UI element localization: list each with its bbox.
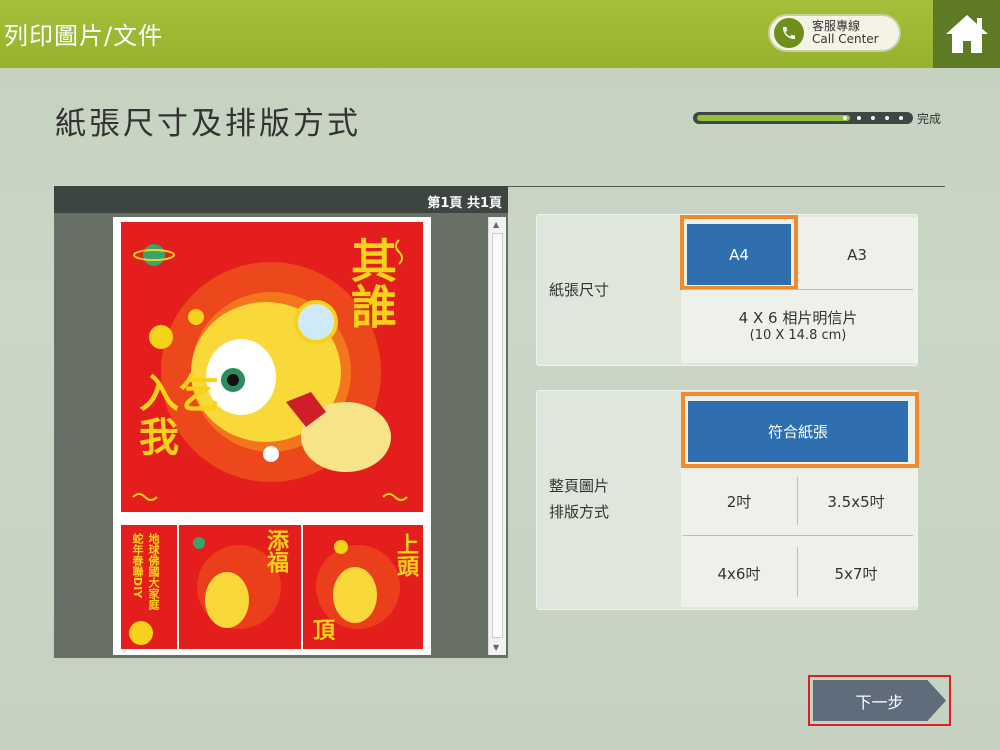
progress-dot	[843, 116, 847, 120]
paper-size-label: 紙張尺寸	[549, 281, 610, 299]
preview-panel: 第1頁 共1頁 其誰 入乞我 地球佛國大家庭 蛇年春聯DIY 添福 上頭 頂 ▲…	[54, 186, 508, 658]
postcard-main-label: 4 X 6 相片明信片	[738, 309, 858, 327]
divider	[797, 547, 798, 597]
paper-4x6-postcard-button[interactable]: 4 X 6 相片明信片 (10 X 14.8 cm)	[683, 295, 913, 359]
strip-2-text: 添福	[263, 529, 288, 573]
layout-label-line1: 整頁圖片	[549, 477, 610, 495]
top-bar: 列印圖片/文件 客服專線 Call Center	[0, 0, 1000, 68]
size-4x6-button[interactable]: 4x6吋	[683, 547, 795, 599]
paper-a3-button[interactable]: A3	[801, 224, 913, 285]
progress-dot	[899, 116, 903, 120]
layout-label-line2: 排版方式	[549, 503, 610, 521]
selection-highlight	[681, 392, 919, 468]
poster-strip-3: 上頭 頂	[303, 525, 423, 649]
page-title: 紙張尺寸及排版方式	[55, 106, 361, 142]
size-3-5x5-button[interactable]: 3.5x5吋	[799, 475, 913, 527]
scroll-up-arrow-icon[interactable]: ▲	[493, 220, 499, 229]
postcard-sub-label: (10 X 14.8 cm)	[749, 328, 847, 343]
progress-dot	[885, 116, 889, 120]
poster-text-left: 入乞我	[139, 371, 219, 461]
progress-dot	[871, 116, 875, 120]
call-center-label-en: Call Center	[812, 32, 879, 46]
preview-toolbar: 第1頁 共1頁	[54, 186, 508, 213]
progress-dot	[857, 116, 861, 120]
poster-text-top: 其誰	[344, 237, 398, 329]
page-indicator: 第1頁 共1頁	[427, 196, 502, 211]
size-2-inch-button[interactable]: 2吋	[683, 475, 795, 527]
preview-page: 其誰 入乞我 地球佛國大家庭 蛇年春聯DIY 添福 上頭 頂	[113, 217, 431, 655]
layout-panel: 整頁圖片 排版方式 符合紙張 2吋 3.5x5吋 4x6吋 5x7吋	[536, 390, 919, 610]
progress-bar	[693, 112, 913, 124]
selection-highlight	[680, 215, 798, 290]
divider	[505, 186, 945, 187]
divider	[797, 477, 798, 525]
strip-3-text: 上頭	[393, 533, 418, 577]
divider	[683, 535, 913, 536]
call-center-button[interactable]: 客服專線 Call Center	[768, 14, 901, 52]
breadcrumb: 列印圖片/文件	[4, 22, 164, 50]
poster-strip-2: 添福	[179, 525, 301, 649]
strip-3-text-2: 頂	[313, 619, 336, 644]
paper-size-panel: 紙張尺寸 A4 A3 4 X 6 相片明信片 (10 X 14.8 cm)	[536, 214, 918, 366]
home-icon	[945, 15, 988, 53]
size-5x7-button[interactable]: 5x7吋	[799, 547, 913, 599]
home-button[interactable]	[933, 0, 1000, 68]
next-step-button[interactable]: 下一步	[813, 680, 946, 721]
divider	[683, 289, 913, 290]
poster-strip-1: 地球佛國大家庭 蛇年春聯DIY	[121, 525, 177, 649]
poster-main-image: 其誰 入乞我	[121, 222, 423, 512]
next-highlight: 下一步	[808, 675, 951, 726]
progress-fill	[697, 115, 850, 121]
scroll-down-arrow-icon[interactable]: ▼	[493, 643, 499, 652]
phone-icon	[774, 18, 804, 48]
progress-label: 完成	[917, 112, 942, 126]
scroll-thumb[interactable]	[492, 233, 503, 638]
preview-scrollbar[interactable]: ▲ ▼	[488, 217, 506, 655]
